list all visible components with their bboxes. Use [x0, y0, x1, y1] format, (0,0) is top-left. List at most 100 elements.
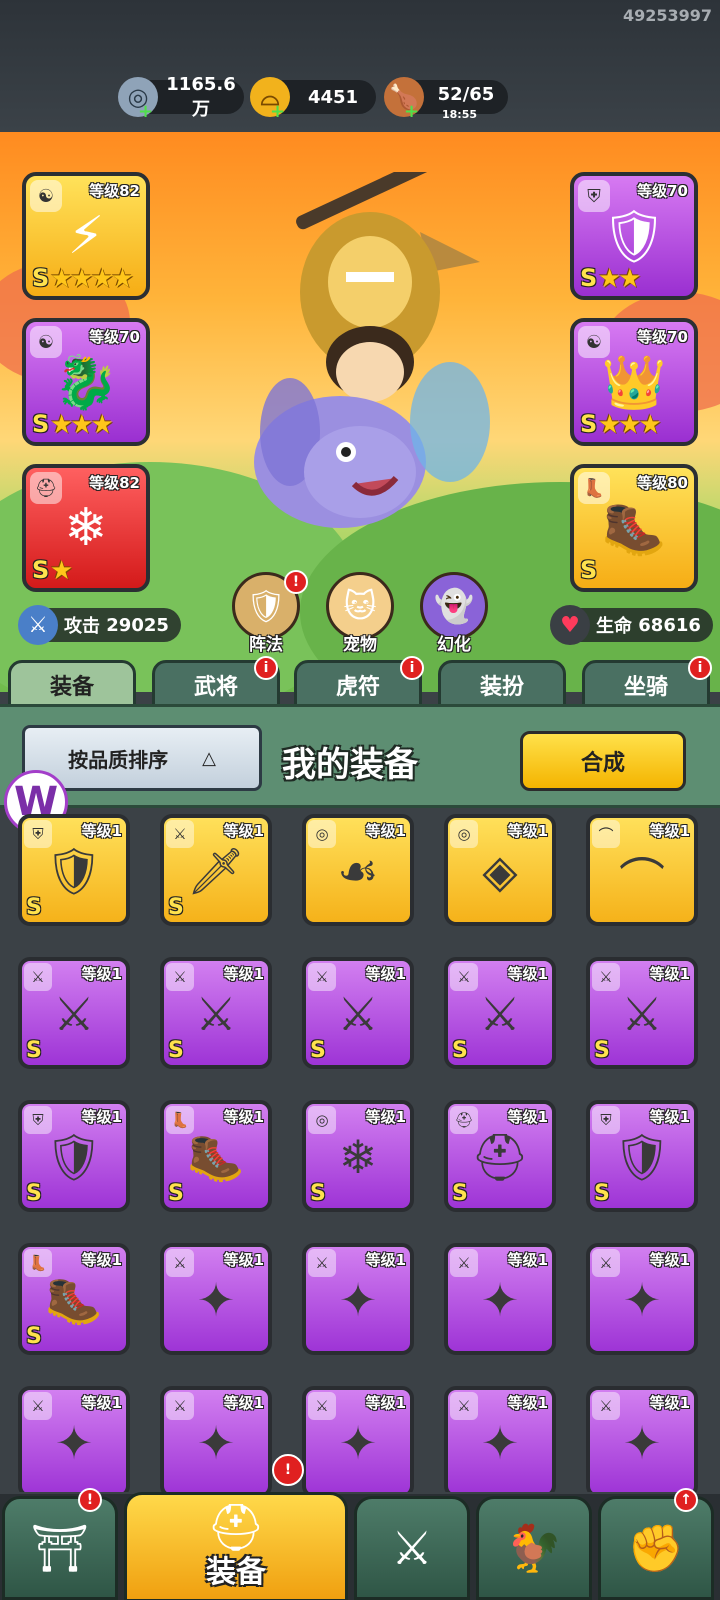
inventory-item[interactable]: ◎ 等级1 ☙: [302, 814, 414, 926]
nav-rooster[interactable]: 🐓: [476, 1496, 592, 1600]
rooster-stars-icon: 🐓: [505, 1520, 563, 1575]
pet-cat-icon: 🐱: [343, 587, 377, 625]
blue-boots-icon: 🥾: [45, 1273, 103, 1327]
inventory-item[interactable]: ⛑ 等级1 ⛑ S: [444, 1100, 556, 1212]
equip-slot-right-2[interactable]: ☯ 等级70 👑 S ★★★: [570, 318, 698, 446]
nav-shop[interactable]: ⛩: [2, 1496, 118, 1600]
inventory-item[interactable]: ⚔ 等级1 ✦: [302, 1386, 414, 1492]
slot-rank: S: [32, 410, 50, 438]
red-armor-icon: 🛡: [44, 1130, 104, 1184]
inventory-item[interactable]: ⛨ 等级1 🛡 S: [586, 1100, 698, 1212]
plus-icon[interactable]: +: [138, 101, 153, 122]
tab-equipment[interactable]: 装备: [8, 660, 136, 710]
inventory-item[interactable]: ⚔ 等级1 ✦: [444, 1386, 556, 1492]
hero-character[interactable]: [250, 172, 490, 552]
item-rank: S: [26, 895, 42, 920]
item-level: 等级1: [649, 965, 690, 983]
equipment-panel-header: 按品质排序 △ 我的装备 合成: [0, 704, 720, 808]
item-level: 等级1: [507, 822, 548, 840]
resource-gold[interactable]: ⌓ + 4451: [250, 77, 376, 122]
lightning-weapon-icon: ⚡: [67, 206, 105, 266]
scimitar-icon: ⚔: [337, 987, 379, 1041]
resource-silver[interactable]: ◎ + 1165.6万: [118, 74, 244, 122]
life-value: 68616: [638, 614, 701, 636]
equip-slot-right-1[interactable]: ⛨ 等级70 🛡 S ★★: [570, 172, 698, 300]
inventory-item[interactable]: ⌒ 等级1 ⌒: [586, 814, 698, 926]
equip-slot-left-1[interactable]: ☯ 等级82 ⚡ S ★★★★: [22, 172, 150, 300]
plus-icon[interactable]: +: [270, 101, 285, 122]
scimitar-icon: ⚔: [195, 987, 237, 1041]
item-rank: S: [26, 1181, 42, 1206]
item-rank: S: [594, 1038, 610, 1063]
inventory-item[interactable]: ⚔ 等级1 ✦: [586, 1243, 698, 1355]
battle-shield-icon: ⚔: [391, 1521, 433, 1575]
shuriken-icon: ✦: [622, 1416, 662, 1470]
item-level: 等级1: [223, 1394, 264, 1412]
nav-battle[interactable]: ⚔: [354, 1496, 470, 1600]
inventory-item[interactable]: ⚔ 等级1 ✦: [160, 1243, 272, 1355]
item-level: 等级1: [507, 1251, 548, 1269]
inventory-item[interactable]: ⚔ 等级1 ✦: [18, 1386, 130, 1492]
inventory-item[interactable]: ⚔ 等级1 🗡 S: [160, 814, 272, 926]
info-badge: i: [400, 656, 424, 680]
red-boots-icon: 🥾: [601, 498, 667, 559]
item-level: 等级1: [365, 822, 406, 840]
tab-label: 装扮: [479, 675, 524, 700]
bottom-navigation: ⛩ ! ⛑ 装备 ! ⚔ 🐓 ✊ ↑: [0, 1454, 720, 1600]
inventory-item[interactable]: ⚔ 等级1 ⚔ S: [18, 957, 130, 1069]
shuriken-icon: ✦: [338, 1273, 378, 1327]
item-level: 等级1: [365, 1108, 406, 1126]
slot-rank: S: [580, 556, 598, 584]
merge-button[interactable]: 合成: [520, 731, 686, 791]
tab-label: 装备: [49, 675, 94, 700]
inventory-item[interactable]: ◎ 等级1 ❄ S: [302, 1100, 414, 1212]
item-rank: S: [168, 895, 184, 920]
inventory-item[interactable]: ◎ 等级1 ◈: [444, 814, 556, 926]
plus-icon[interactable]: +: [404, 101, 419, 122]
equip-slot-left-2[interactable]: ☯ 等级70 🐉 S ★★★: [22, 318, 150, 446]
attack-stat: ⚔ 攻击 29025: [18, 605, 181, 645]
scimitar-icon: ⚔: [479, 987, 521, 1041]
inventory-item[interactable]: ⚔ 等级1 ⚔ S: [160, 957, 272, 1069]
info-badge: i: [254, 656, 278, 680]
item-level: 等级1: [81, 822, 122, 840]
equip-slot-left-3[interactable]: ⛑ 等级82 ❄ S ★: [22, 464, 150, 592]
yin-yang-icon: ☯: [30, 326, 62, 358]
slot-level: 等级80: [637, 474, 688, 492]
slot-level: 等级70: [637, 328, 688, 346]
inventory-item[interactable]: ⚔ 等级1 ✦: [444, 1243, 556, 1355]
ice-crown-icon: 👑: [601, 352, 667, 413]
ice-amulet-icon: ❄: [338, 1130, 378, 1184]
inventory-item[interactable]: ⚔ 等级1 ⚔ S: [586, 957, 698, 1069]
dark-armor-icon: 🛡: [600, 206, 667, 267]
slot-level: 等级82: [89, 474, 140, 492]
tab-costume[interactable]: 装扮: [438, 660, 566, 710]
star-rating: ★★★: [598, 410, 662, 440]
nav-upgrade[interactable]: ✊: [598, 1496, 714, 1600]
transform-label: 幻化: [437, 635, 471, 655]
blue-helmet-icon: ⛑: [470, 1130, 530, 1184]
inventory-item[interactable]: 👢 等级1 🥾 S: [18, 1243, 130, 1355]
shuriken-icon: ✦: [338, 1416, 378, 1470]
shuriken-icon: ✦: [622, 1273, 662, 1327]
item-level: 等级1: [223, 822, 264, 840]
inventory-item[interactable]: ⚔ 等级1 ⚔ S: [444, 957, 556, 1069]
item-level: 等级1: [365, 965, 406, 983]
inventory-item[interactable]: ⛨ 等级1 🛡 S: [18, 814, 130, 926]
inventory-item[interactable]: ⚔ 等级1 ✦: [586, 1386, 698, 1492]
equip-slot-right-3[interactable]: 👢 等级80 🥾 S: [570, 464, 698, 592]
item-level: 等级1: [223, 1108, 264, 1126]
scimitar-icon: ⚔: [621, 987, 663, 1041]
helmet-icon: ⛑: [30, 472, 62, 504]
nav-equipment[interactable]: ⛑ 装备: [124, 1492, 348, 1600]
user-id: 49253997: [622, 6, 712, 25]
dragon-ring-icon: 🐉: [53, 352, 119, 413]
inventory-item[interactable]: ⛨ 等级1 🛡 S: [18, 1100, 130, 1212]
inventory-item[interactable]: 👢 等级1 🥾 S: [160, 1100, 272, 1212]
tab-label: 坐骑: [623, 675, 668, 700]
inventory-item[interactable]: ⚔ 等级1 ✦: [302, 1243, 414, 1355]
inventory-item[interactable]: ⚔ 等级1 ⚔ S: [302, 957, 414, 1069]
shop-gate-icon: ⛩: [30, 1520, 90, 1575]
inventory-item[interactable]: ⚔ 等级1 ✦: [160, 1386, 272, 1492]
resource-stamina[interactable]: 🍗 + 52/65 18:55: [384, 77, 508, 122]
